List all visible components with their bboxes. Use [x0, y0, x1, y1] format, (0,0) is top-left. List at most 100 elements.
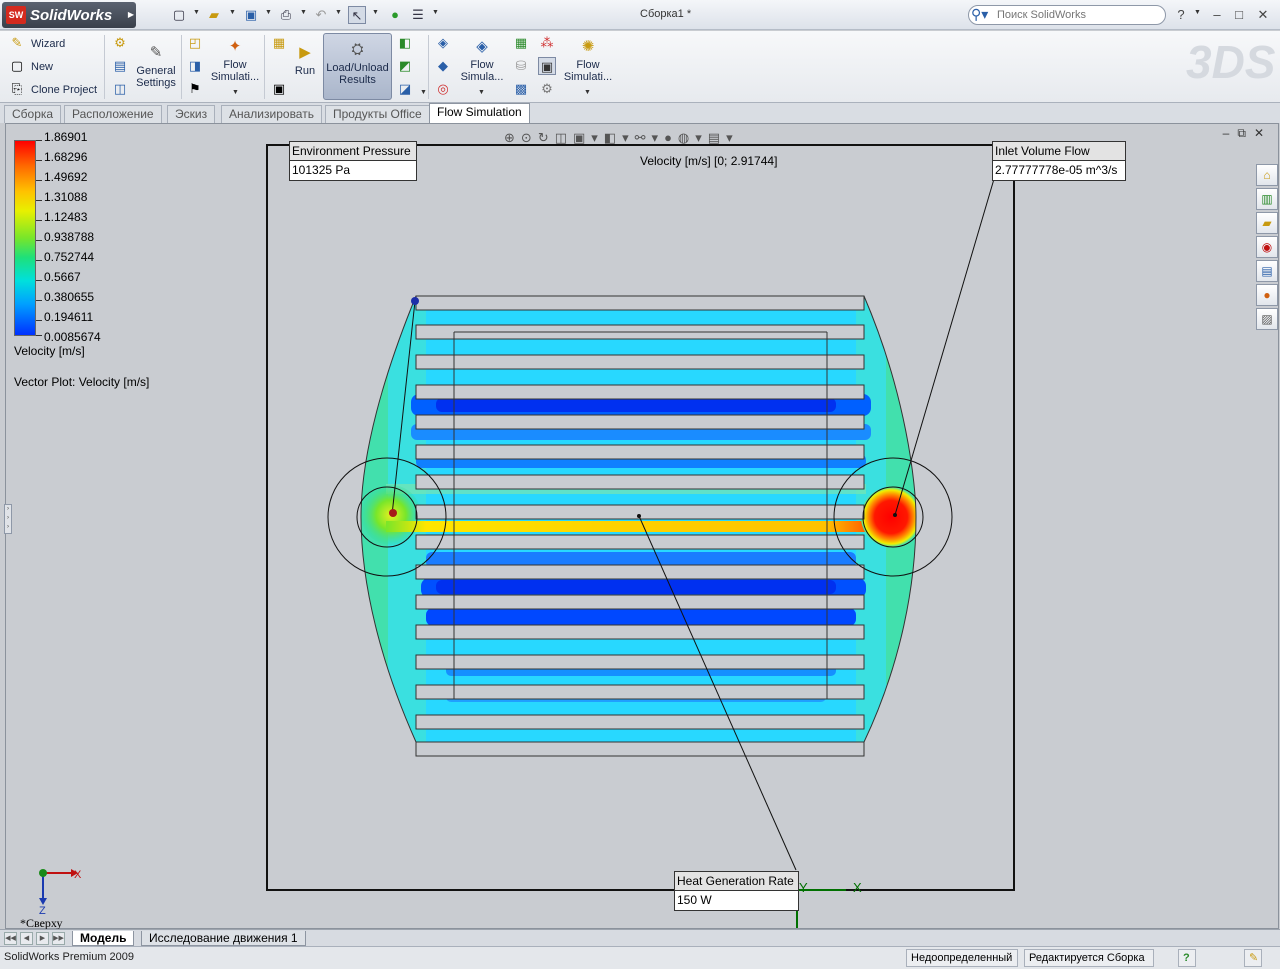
point-parameters-icon[interactable]: ◎ [434, 80, 452, 98]
file-explorer-icon[interactable]: ▰ [1256, 212, 1278, 234]
vector-plot-label: Vector Plot: Velocity [m/s] [14, 375, 150, 389]
load-unload-results-button[interactable]: ⛭ Load/Unload Results [323, 33, 392, 100]
isosurfaces-icon[interactable]: ◪ [396, 80, 414, 98]
view-settings-icon[interactable]: ▤▾ [708, 130, 739, 145]
view-palette-icon[interactable]: ▤ [1256, 260, 1278, 282]
legend-value: 1.12483 [44, 210, 88, 224]
last-tab-icon[interactable]: ▶▶ [52, 932, 65, 945]
open-dropdown-icon[interactable]: ▼ [229, 9, 236, 16]
inlet-volume-flow-callout[interactable]: Inlet Volume Flow 2.77777778e-05 m^3/s [992, 141, 1126, 181]
flow-simulation-button-1[interactable]: ✦ Flow Simulati... [208, 37, 262, 83]
boundary-condition-icon[interactable]: ◨ [186, 57, 204, 75]
prev-tab-icon[interactable]: ◀ [20, 932, 33, 945]
search-icon[interactable]: ⚲▾ [971, 6, 988, 23]
zoom-to-fit-icon[interactable]: ⊕ [504, 130, 521, 145]
save-dropdown-icon[interactable]: ▼ [265, 9, 272, 16]
flow-simulation-button-2[interactable]: ◈ Flow Simula... [456, 37, 508, 83]
environment-pressure-callout[interactable]: Environment Pressure 101325 Pa [289, 141, 417, 181]
flow-simulation-3-dropdown-icon[interactable]: ▼ [584, 89, 591, 96]
flow-simulation-plot: X Y X Z [39, 144, 1015, 928]
surface-parameters-icon[interactable]: ▦ [512, 34, 530, 52]
undo-dropdown-icon[interactable]: ▼ [335, 9, 342, 16]
search-results-icon[interactable]: ◉ [1256, 236, 1278, 258]
tab-model[interactable]: Модель [72, 931, 135, 946]
solidworks-resources-icon[interactable]: ⌂ [1256, 164, 1278, 186]
maximize-button[interactable]: □ [1230, 6, 1248, 24]
help-status-icon[interactable]: ? [1178, 949, 1196, 967]
wizard-button[interactable]: Wizard [31, 38, 65, 50]
animation-icon[interactable]: ▣ [538, 57, 556, 75]
new-document-icon[interactable]: ▢ [170, 6, 188, 24]
new-button[interactable]: New [31, 61, 53, 73]
clone-project-button[interactable]: Clone Project [31, 84, 97, 96]
help-dropdown-icon[interactable]: ▼ [1194, 9, 1201, 16]
options-dropdown-icon[interactable]: ▼ [432, 9, 439, 16]
rebuild-traffic-light-icon[interactable]: ● [386, 6, 404, 24]
display-style-icon[interactable]: ◧▾ [604, 130, 635, 145]
options-icon[interactable]: ☰ [409, 6, 427, 24]
print-dropdown-icon[interactable]: ▼ [300, 9, 307, 16]
flow-trajectories-icon[interactable]: ◈ [434, 34, 452, 52]
design-library-icon[interactable]: ▥ [1256, 188, 1278, 210]
tab-assembly[interactable]: Сборка [4, 105, 62, 123]
save-icon[interactable]: ▣ [242, 6, 260, 24]
display-icon[interactable]: ⚙ [538, 80, 556, 98]
edit-appearance-icon[interactable]: ● [664, 130, 678, 145]
next-tab-icon[interactable]: ▶ [36, 932, 49, 945]
select-pointer-icon[interactable]: ↖ [348, 6, 366, 24]
computational-domain-icon[interactable]: ◰ [186, 34, 204, 52]
appearances-icon[interactable]: ● [1256, 284, 1278, 306]
help-icon[interactable]: ? [1172, 6, 1190, 24]
select-dropdown-icon[interactable]: ▼ [372, 9, 379, 16]
separator [264, 35, 265, 99]
solidworks-menu-button[interactable]: SW SolidWorks ▶ [2, 2, 136, 28]
cut-plot-icon[interactable]: ◧ [396, 34, 414, 52]
tab-sketch[interactable]: Эскиз [167, 105, 216, 123]
previous-view-icon[interactable]: ↻ [538, 130, 555, 145]
minimize-button[interactable]: – [1208, 6, 1226, 24]
section-view-icon[interactable]: ◫ [555, 130, 573, 145]
goals-icon[interactable]: ⚑ [186, 80, 204, 98]
open-folder-icon[interactable]: ▰ [205, 6, 223, 24]
general-settings-button[interactable]: ✎ General Settings [132, 43, 180, 89]
feature-manager-expand-handle[interactable]: › › › [4, 504, 12, 534]
first-tab-icon[interactable]: ◀◀ [4, 932, 17, 945]
search-box[interactable]: ⚲▾ [968, 5, 1166, 25]
hide-show-items-icon[interactable]: ⚯▾ [635, 130, 664, 145]
tab-evaluate[interactable]: Анализировать [221, 105, 322, 123]
triad-x-label: X [74, 869, 82, 881]
report-icon[interactable]: ⁂ [538, 34, 556, 52]
rebuild-status-icon[interactable]: ✎ [1244, 949, 1262, 967]
goal-plot-icon[interactable]: ▩ [512, 80, 530, 98]
brand-name: SolidWorks [30, 7, 113, 24]
tab-office-products[interactable]: Продукты Office [325, 105, 430, 123]
heat-generation-rate-callout[interactable]: Heat Generation Rate 150 W [674, 871, 799, 911]
xy-plot-icon[interactable]: ⛁ [512, 57, 530, 75]
custom-properties-icon[interactable]: ▨ [1256, 308, 1278, 330]
print-icon[interactable]: ⎙ [277, 6, 295, 24]
new-dropdown-icon[interactable]: ▼ [193, 9, 200, 16]
mesh-icon[interactable]: ▦ [270, 34, 288, 52]
monitor-icon[interactable]: ▣ [270, 80, 288, 98]
undo-icon[interactable]: ↶ [312, 6, 330, 24]
view-orientation-icon[interactable]: ▣▾ [573, 130, 604, 145]
flow-simulation-button-3[interactable]: ✺ Flow Simulati... [562, 37, 614, 83]
flow-simulation-dropdown-icon[interactable]: ▼ [232, 89, 239, 96]
plots-dropdown-icon[interactable]: ▼ [420, 89, 427, 96]
tab-motion-study[interactable]: Исследование движения 1 [141, 931, 306, 946]
check-geometry-icon[interactable]: ◫ [111, 80, 129, 98]
flow-simulation-2-dropdown-icon[interactable]: ▼ [478, 89, 485, 96]
run-button[interactable]: ▶ Run [290, 43, 320, 77]
apply-scene-icon[interactable]: ◍▾ [678, 130, 708, 145]
tab-layout[interactable]: Расположение [64, 105, 162, 123]
close-button[interactable]: ✕ [1254, 6, 1272, 24]
particle-study-icon[interactable]: ◆ [434, 57, 452, 75]
graphics-area[interactable]: –⧉✕ X Y X Z ⊕⊙↻◫▣▾◧▾⚯▾●◍▾▤▾ 1.86901 1.68… [4, 123, 1279, 930]
project-settings-icon[interactable]: ⚙ [111, 34, 129, 52]
zoom-area-icon[interactable]: ⊙ [521, 130, 538, 145]
units-icon[interactable]: ▤ [111, 57, 129, 75]
search-input[interactable] [997, 8, 1157, 22]
surface-plot-icon[interactable]: ◩ [396, 57, 414, 75]
load-unload-label-2: Results [339, 74, 376, 86]
tab-flow-simulation[interactable]: Flow Simulation [429, 103, 530, 124]
